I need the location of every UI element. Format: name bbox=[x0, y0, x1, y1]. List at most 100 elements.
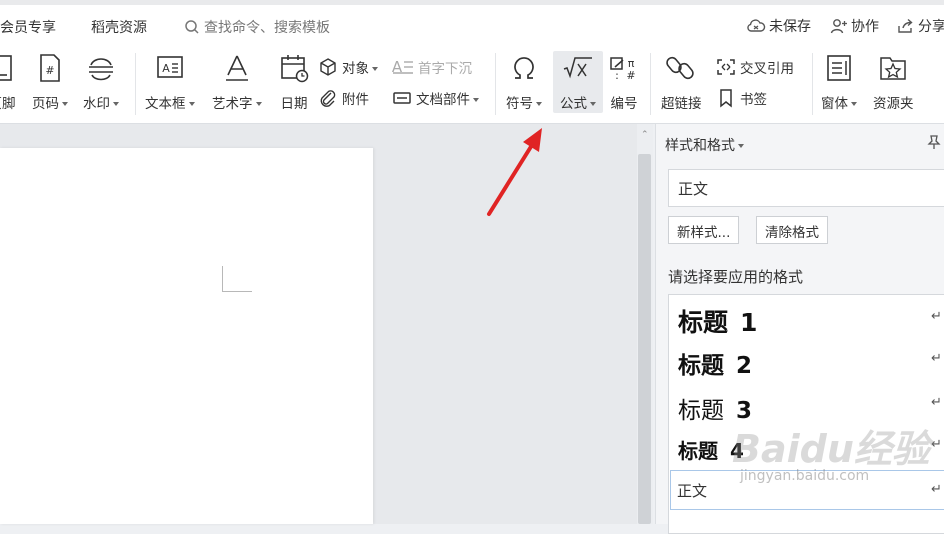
tab-docer-resources[interactable]: 稻壳资源 bbox=[91, 17, 147, 37]
numbering-button[interactable]: π #: 编号 bbox=[608, 51, 640, 112]
doc-parts-label: 文档部件 bbox=[416, 88, 479, 108]
date-label: 日期 bbox=[280, 96, 308, 112]
share-button[interactable]: 分享 bbox=[897, 16, 944, 36]
current-style-field[interactable]: 正文 bbox=[668, 169, 944, 207]
hyperlink-button[interactable]: 超链接 bbox=[661, 51, 702, 112]
form-icon bbox=[823, 51, 855, 85]
search-icon bbox=[185, 20, 199, 34]
omega-icon bbox=[508, 51, 540, 85]
symbol-button[interactable]: 符号 bbox=[506, 51, 542, 112]
cross-ref-label: 交叉引用 bbox=[740, 61, 794, 77]
style-name: 标题 bbox=[678, 398, 724, 424]
ribbon-separator bbox=[495, 53, 496, 115]
window-label: 窗体 bbox=[821, 92, 857, 112]
return-mark: ↵ bbox=[931, 309, 942, 324]
footer-label: 页脚 bbox=[0, 96, 16, 112]
page-number-icon: # bbox=[34, 51, 66, 85]
unsaved-button[interactable]: 未保存 bbox=[746, 16, 811, 36]
styles-panel: 样式和格式 正文 新样式... 清除格式 请选择要应用的格式 标题 1 ↵ 标题 2… bbox=[655, 124, 944, 534]
svg-text:#: # bbox=[45, 64, 54, 77]
ribbon-separator bbox=[135, 53, 136, 115]
object-label: 对象 bbox=[342, 57, 378, 77]
link-icon bbox=[665, 51, 697, 85]
collab-label: 协作 bbox=[851, 19, 879, 35]
date-button[interactable]: 日期 bbox=[278, 51, 310, 112]
search-placeholder: 查找命令、搜索模板 bbox=[204, 20, 330, 36]
formula-button[interactable]: 公式 bbox=[553, 51, 603, 113]
wordart-button[interactable]: 艺术字 bbox=[212, 51, 262, 112]
dropcap-button[interactable]: A 首字下沉 bbox=[392, 57, 472, 77]
bookmark-button[interactable]: 书签 bbox=[716, 88, 767, 108]
scrollbar-thumb[interactable] bbox=[638, 154, 651, 524]
select-format-label: 请选择要应用的格式 bbox=[668, 268, 804, 286]
paperclip-icon bbox=[320, 90, 336, 107]
resource-label: 资源夹 bbox=[873, 96, 914, 112]
object-button[interactable]: 对象 bbox=[318, 57, 378, 77]
new-style-button[interactable]: 新样式... bbox=[668, 216, 740, 244]
tab-member[interactable]: 会员专享 bbox=[0, 17, 56, 37]
vertical-scrollbar[interactable]: ⌃ bbox=[637, 124, 653, 524]
insert-ribbon: 页脚 # 页码 水印 A 文本框 艺术字 日期 对象 A bbox=[0, 45, 944, 124]
doc-parts-button[interactable]: 文档部件 bbox=[392, 88, 479, 108]
textbox-label: 文本框 bbox=[145, 92, 195, 112]
footer-icon bbox=[0, 51, 18, 85]
add-user-icon bbox=[830, 19, 847, 34]
cross-ref-button[interactable]: 交叉引用 bbox=[716, 57, 794, 77]
style-normal-selected[interactable]: 正文 bbox=[670, 470, 944, 510]
symbol-label: 符号 bbox=[506, 92, 542, 112]
page-number-label: 页码 bbox=[32, 92, 68, 112]
resource-button[interactable]: 资源夹 bbox=[873, 51, 914, 112]
style-name: 正文 bbox=[677, 482, 708, 500]
style-heading-2[interactable]: 标题 2 bbox=[678, 346, 752, 380]
panel-title[interactable]: 样式和格式 bbox=[665, 135, 744, 155]
page-number-button[interactable]: # 页码 bbox=[32, 51, 68, 112]
return-mark: ↵ bbox=[931, 482, 942, 497]
textbox-button[interactable]: A 文本框 bbox=[145, 51, 195, 112]
margin-corner-mark bbox=[222, 266, 252, 292]
cloud-sync-icon bbox=[747, 19, 766, 32]
style-name: 标题 bbox=[678, 352, 724, 379]
menu-bar: 会员专享 稻壳资源 查找命令、搜索模板 未保存 协作 分享 bbox=[0, 5, 944, 45]
style-level: 2 bbox=[736, 353, 753, 379]
textbox-icon: A bbox=[154, 51, 186, 85]
cube-icon bbox=[320, 58, 336, 76]
bookmark-label: 书签 bbox=[740, 92, 767, 108]
collab-button[interactable]: 协作 bbox=[830, 16, 879, 36]
svg-text:#: # bbox=[626, 69, 635, 82]
style-list[interactable]: 标题 1 ↵ 标题 2 ↵ 标题 3 ↵ 标题 4 ↵ 正文 ↵ bbox=[668, 294, 944, 534]
document-canvas[interactable] bbox=[0, 124, 637, 524]
return-mark: ↵ bbox=[931, 437, 942, 452]
cross-ref-icon bbox=[717, 59, 735, 75]
style-heading-1[interactable]: 标题 1 bbox=[678, 303, 757, 339]
pin-icon[interactable] bbox=[926, 134, 942, 154]
watermark-icon bbox=[85, 51, 117, 85]
star-folder-icon bbox=[877, 51, 909, 85]
clear-format-button[interactable]: 清除格式 bbox=[756, 216, 828, 244]
attachment-label: 附件 bbox=[342, 92, 369, 108]
style-heading-3[interactable]: 标题 3 bbox=[678, 391, 752, 425]
style-level: 1 bbox=[740, 308, 758, 337]
bookmark-icon bbox=[720, 89, 732, 108]
return-mark: ↵ bbox=[931, 351, 942, 366]
style-heading-4[interactable]: 标题 4 bbox=[678, 435, 744, 464]
svg-text::: : bbox=[615, 69, 619, 82]
attachment-button[interactable]: 附件 bbox=[318, 88, 369, 108]
watermark-button[interactable]: 水印 bbox=[83, 51, 119, 112]
formula-icon bbox=[562, 51, 594, 85]
unsaved-label: 未保存 bbox=[769, 19, 811, 35]
style-level: 3 bbox=[736, 398, 753, 424]
window-button[interactable]: 窗体 bbox=[821, 51, 857, 112]
scroll-up-icon[interactable]: ⌃ bbox=[641, 130, 649, 140]
footer-button[interactable]: 页脚 bbox=[0, 51, 18, 112]
style-name: 标题 bbox=[678, 439, 718, 463]
share-icon bbox=[898, 18, 913, 33]
numbering-label: 编号 bbox=[610, 96, 638, 112]
style-level: 4 bbox=[730, 439, 744, 463]
numbering-icon: π #: bbox=[608, 51, 640, 85]
command-search[interactable]: 查找命令、搜索模板 bbox=[184, 17, 330, 37]
document-page[interactable] bbox=[0, 148, 373, 524]
share-label: 分享 bbox=[918, 19, 944, 35]
ribbon-separator bbox=[650, 53, 651, 115]
hyperlink-label: 超链接 bbox=[661, 96, 702, 112]
style-name: 标题 bbox=[678, 308, 729, 337]
